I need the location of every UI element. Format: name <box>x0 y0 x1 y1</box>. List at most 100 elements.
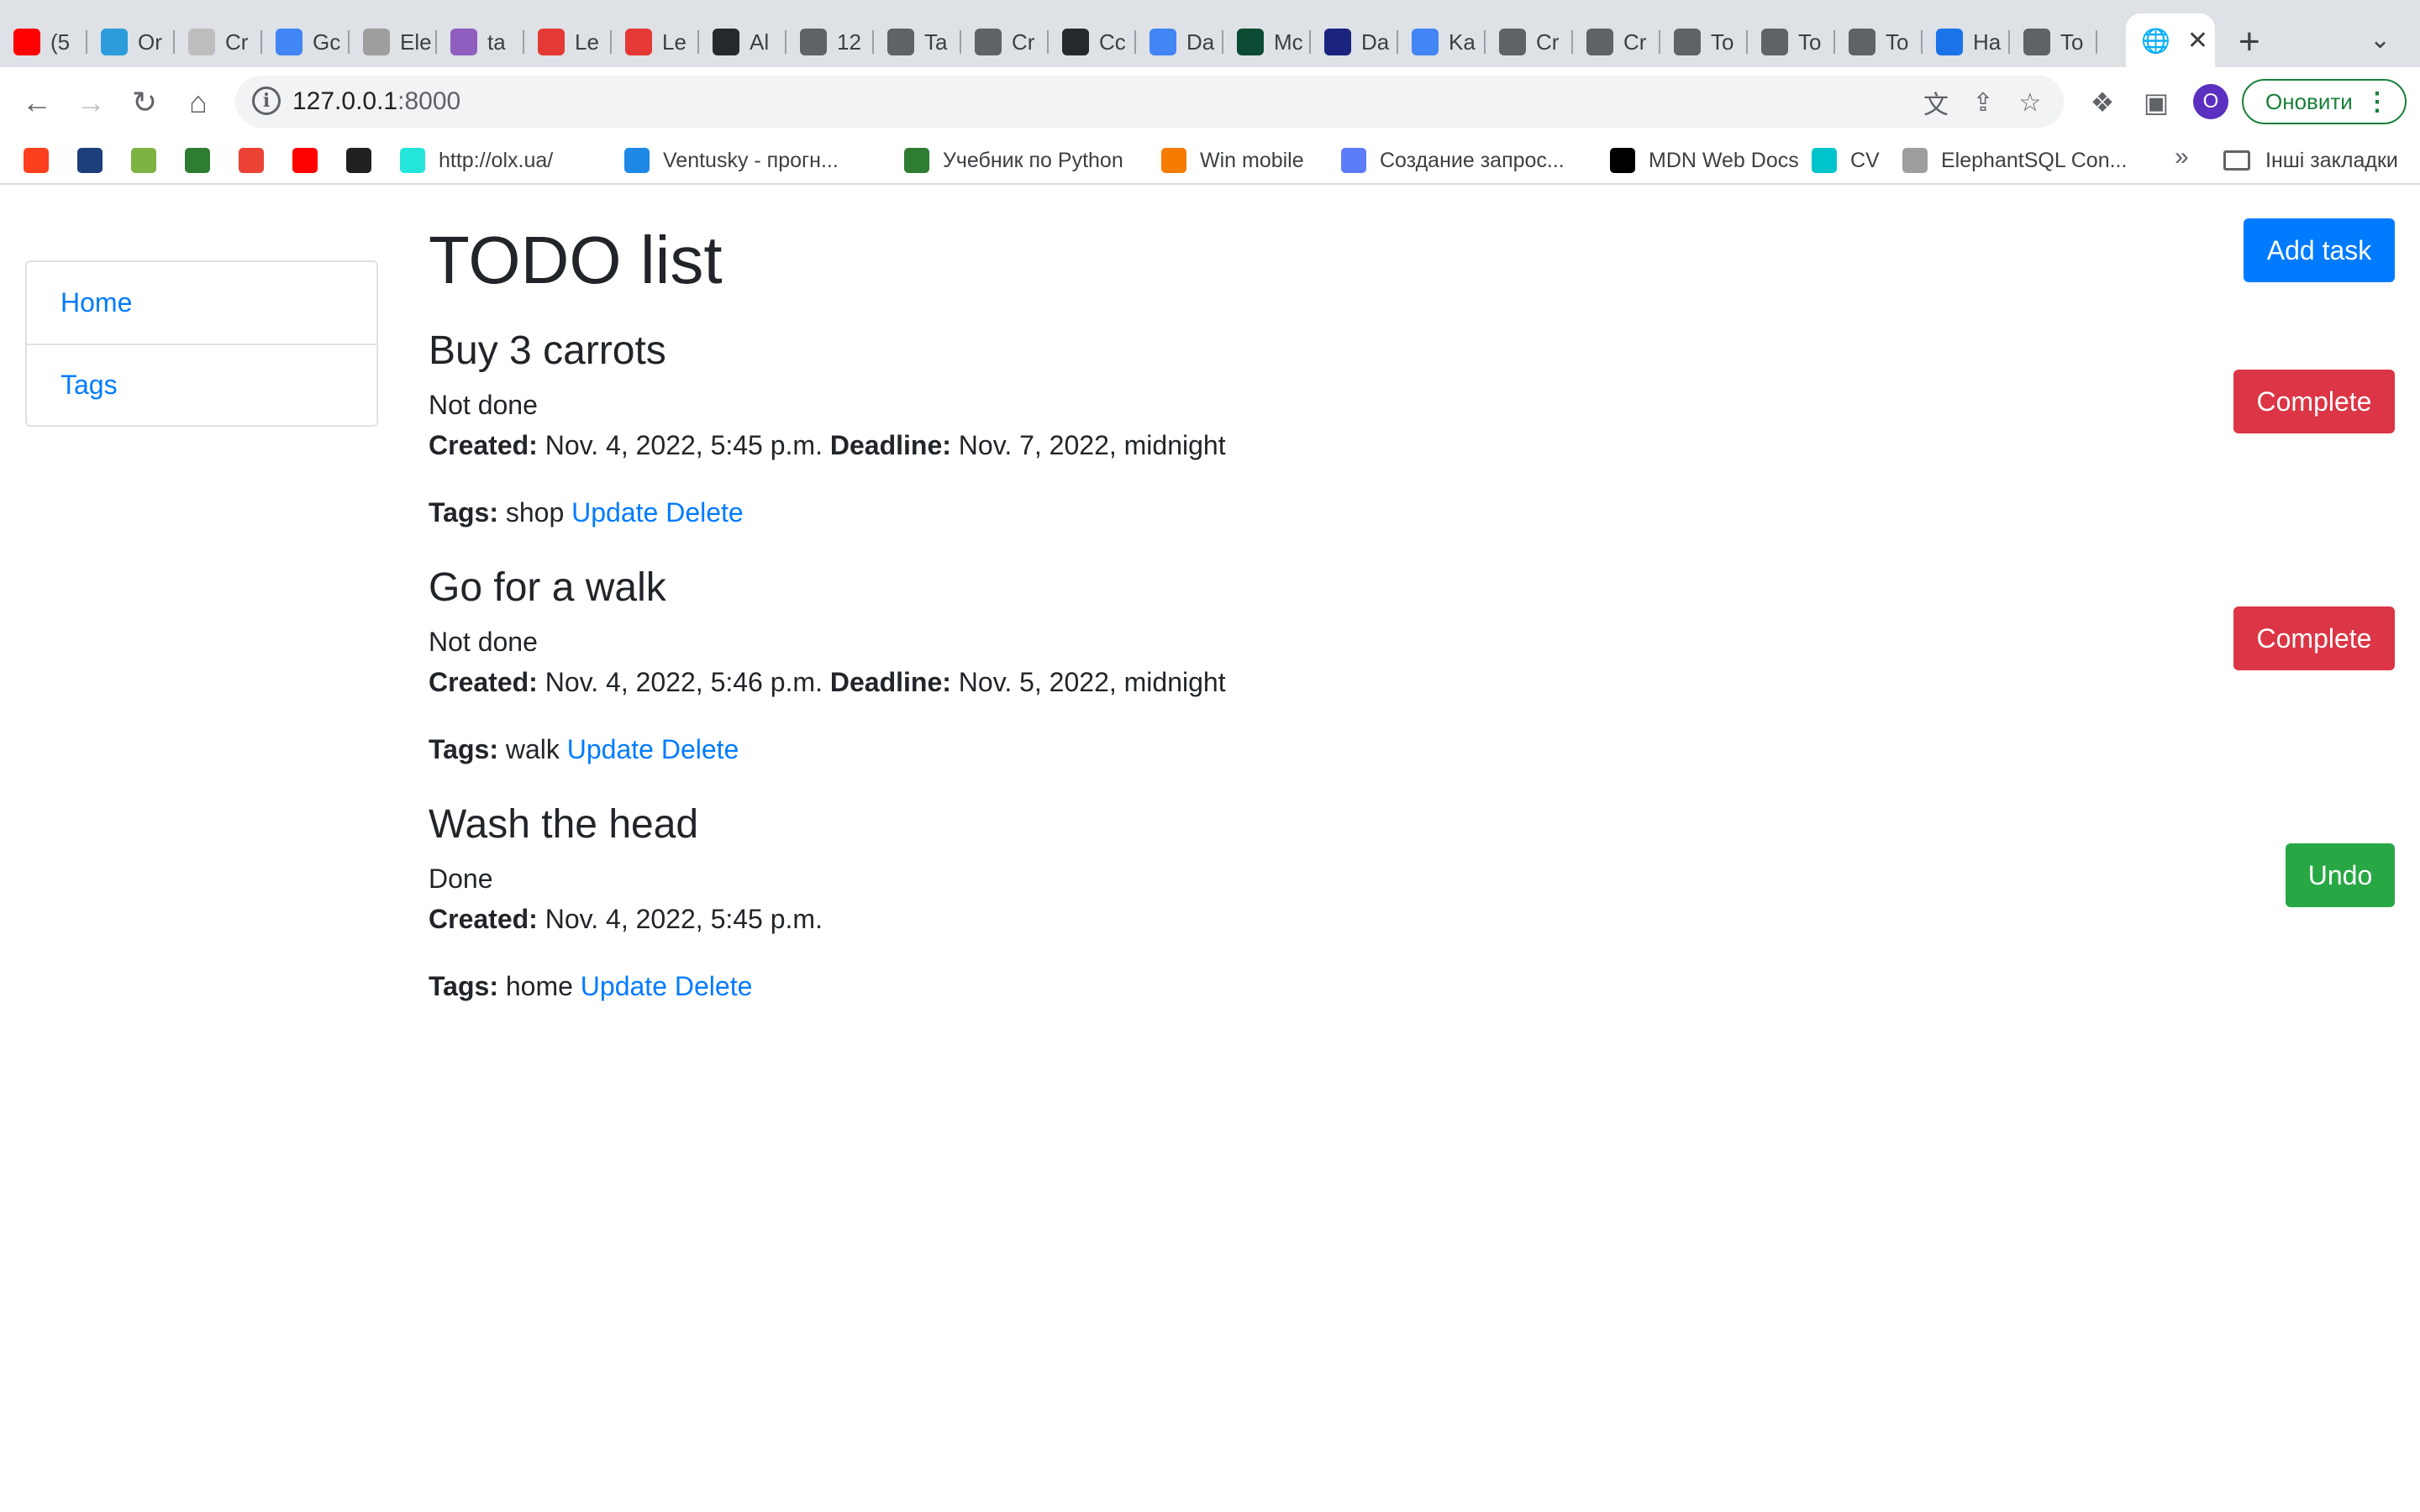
google-icon <box>1150 29 1176 55</box>
browser-tab[interactable]: To <box>1748 17 1835 67</box>
bookmark-item[interactable] <box>239 143 264 178</box>
undo-button[interactable]: Undo <box>2286 843 2395 907</box>
reload-icon[interactable]: ↻ <box>126 84 163 121</box>
browser-tab[interactable]: To <box>2010 17 2097 67</box>
browser-tab-label: Da <box>1361 29 1390 55</box>
globe-icon <box>800 29 827 55</box>
more-bookmarks-icon[interactable]: » <box>2175 143 2189 171</box>
forward-icon[interactable]: → <box>72 84 109 121</box>
update-browser-button[interactable]: Оновити ⋮ <box>2242 79 2407 124</box>
sidebar-item-label[interactable]: Home <box>60 287 132 318</box>
update-browser-label: Оновити <box>2265 88 2353 114</box>
created-label: Created: <box>429 904 538 934</box>
github-icon <box>713 29 739 55</box>
home-icon[interactable]: ⌂ <box>180 84 217 121</box>
browser-tab[interactable]: Or <box>87 17 175 67</box>
browser-tab[interactable]: Le <box>524 17 612 67</box>
info-icon[interactable]: i <box>252 87 281 115</box>
olx-icon <box>400 148 425 173</box>
browser-tab-label: Ele <box>400 29 432 55</box>
browser-tab[interactable]: Gc <box>262 17 350 67</box>
browser-tab[interactable]: Cc <box>1049 17 1136 67</box>
bookmark-item[interactable]: MDN Web Docs <box>1610 143 1799 178</box>
browser-tab[interactable]: Cr <box>175 17 262 67</box>
browser-tab[interactable]: (5 <box>0 17 87 67</box>
browser-tab-label: Al <box>750 29 770 55</box>
tab-active[interactable]: 🌐 ✕ <box>2126 13 2215 67</box>
add-task-button[interactable]: Add task <box>2244 218 2395 282</box>
url-text[interactable]: 127.0.0.1:8000 <box>292 87 460 116</box>
browser-tab[interactable]: Ka <box>1398 17 1486 67</box>
browser-tab[interactable]: Ta <box>874 17 961 67</box>
bookmark-item[interactable] <box>292 143 318 178</box>
sidebar-item-home[interactable]: Home <box>27 262 376 344</box>
sidebar-item-label[interactable]: Tags <box>60 370 118 401</box>
delete-link[interactable]: Delete <box>666 497 744 528</box>
youtube-icon <box>13 29 40 55</box>
browser-tab[interactable]: Cr <box>1486 17 1573 67</box>
delete-link[interactable]: Delete <box>675 971 753 1001</box>
update-link[interactable]: Update <box>567 734 654 764</box>
other-bookmarks-folder[interactable]: Інші закладки <box>2223 143 2398 178</box>
bookmark-item[interactable]: ElephantSQL Con... <box>1902 143 2127 178</box>
globe-icon <box>1674 29 1701 55</box>
avatar[interactable]: O <box>2193 84 2228 119</box>
globe-icon <box>1499 29 1526 55</box>
translate-icon[interactable]: 文 <box>1919 86 1953 119</box>
browser-tab[interactable]: Da <box>1136 17 1223 67</box>
side-panel-icon[interactable]: ▣ <box>2138 84 2175 121</box>
browser-tab[interactable]: Da <box>1311 17 1398 67</box>
browser-tab[interactable]: Al <box>699 17 786 67</box>
new-tab-button[interactable]: + <box>2238 20 2260 64</box>
address-bar[interactable]: i 127.0.0.1:8000 文 ⇪ ☆ <box>235 76 2064 128</box>
browser-tab[interactable]: Le <box>612 17 699 67</box>
update-link[interactable]: Update <box>581 971 667 1001</box>
tab-search-icon[interactable]: ⌄ <box>2370 25 2391 55</box>
browser-tab-label: Ka <box>1449 29 1476 55</box>
bookmark-item[interactable]: Win mobile <box>1161 143 1304 178</box>
bookmark-item[interactable] <box>185 143 210 178</box>
deadline-value: Nov. 5, 2022, midnight <box>958 667 1226 697</box>
bookmark-item[interactable] <box>131 143 156 178</box>
menu-dots-icon[interactable]: ⋮ <box>2365 87 2390 117</box>
task-title: Wash the head <box>429 802 699 847</box>
bookmark-star-icon[interactable]: ☆ <box>2013 86 2047 119</box>
tags-label: Tags: <box>429 971 498 1001</box>
browser-tab[interactable]: 12 <box>786 17 874 67</box>
complete-button[interactable]: Complete <box>2233 370 2395 433</box>
browser-tab[interactable]: Mc <box>1223 17 1311 67</box>
sidebar-item-tags[interactable]: Tags <box>27 344 376 425</box>
created-label: Created: <box>429 667 538 697</box>
tags-value: shop <box>505 497 565 528</box>
bookmark-item[interactable] <box>24 143 49 178</box>
created-label: Created: <box>429 430 538 460</box>
bookmark-item[interactable]: http://olx.ua/ <box>400 143 553 178</box>
browser-tab[interactable]: Cr <box>961 17 1049 67</box>
mate-icon <box>625 29 652 55</box>
extensions-icon[interactable]: ❖ <box>2084 84 2121 121</box>
complete-button[interactable]: Complete <box>2233 606 2395 670</box>
bookmarks-bar: http://olx.ua/Ventusky - прогн... Учебник… <box>0 136 2420 185</box>
close-tab-icon[interactable]: ✕ <box>2187 26 2208 55</box>
sidebar-nav: Home Tags <box>25 260 378 427</box>
delete-link[interactable]: Delete <box>661 734 739 764</box>
browser-tab-label: Mc <box>1274 29 1303 55</box>
browser-tab[interactable]: Ele <box>350 17 437 67</box>
browser-tab[interactable]: To <box>1835 17 1923 67</box>
yandex-icon <box>24 148 49 173</box>
browser-tab[interactable]: To <box>1660 17 1748 67</box>
browser-tab[interactable]: Cr <box>1573 17 1660 67</box>
bookmark-item[interactable] <box>77 143 103 178</box>
back-icon[interactable]: ← <box>18 84 55 121</box>
browser-tab[interactable]: Ha <box>1923 17 2010 67</box>
update-link[interactable]: Update <box>571 497 658 528</box>
tags-value: walk <box>505 734 560 764</box>
share-icon[interactable]: ⇪ <box>1966 86 2000 119</box>
bookmark-item[interactable] <box>346 143 371 178</box>
bookmark-item[interactable]: Учебник по Python <box>904 143 1123 178</box>
bookmark-item[interactable]: Создание запрос... <box>1341 143 1565 178</box>
bookmark-item[interactable]: CV <box>1812 143 1880 178</box>
bookmark-item[interactable]: Ventusky - прогн... <box>624 143 839 178</box>
deadline-value: Nov. 7, 2022, midnight <box>958 430 1226 460</box>
browser-tab[interactable]: ta <box>437 17 524 67</box>
